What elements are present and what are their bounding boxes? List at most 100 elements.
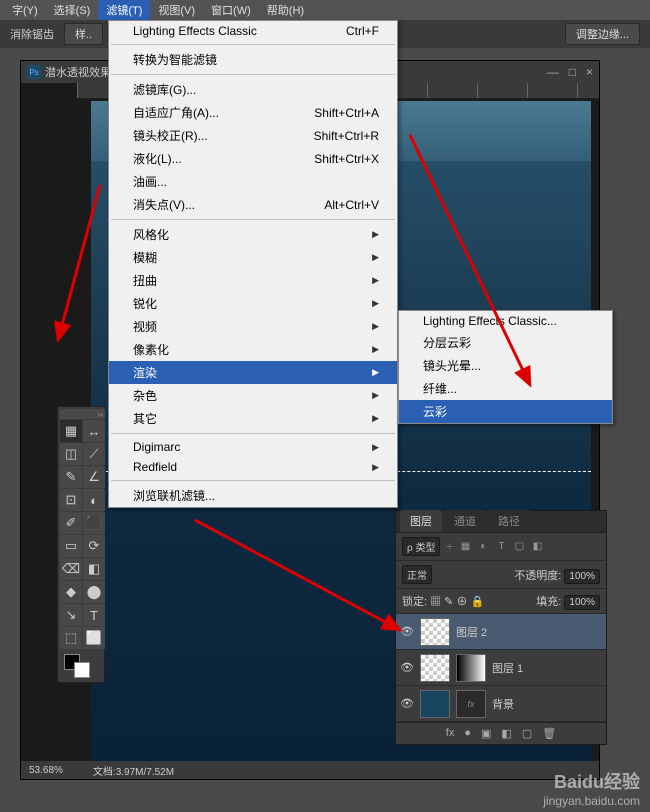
history-brush-tool[interactable]: ⬛ <box>83 512 105 534</box>
fx-icon[interactable]: fx <box>446 727 455 740</box>
wand-tool[interactable]: ⟋ <box>83 443 105 465</box>
eyedropper-tool[interactable]: ∠ <box>83 466 105 488</box>
layer-name[interactable]: 图层 2 <box>456 624 487 640</box>
filter-other[interactable]: 其它▶ <box>109 407 397 430</box>
tab-layers[interactable]: 图层 <box>400 510 442 532</box>
layer-item-2[interactable]: 👁 图层 2 <box>396 614 606 650</box>
visibility-icon[interactable]: 👁 <box>400 625 414 639</box>
filter-gallery[interactable]: 滤镜库(G)... <box>109 78 397 101</box>
filter-smart[interactable]: 转换为智能滤镜 <box>109 48 397 71</box>
filter-last[interactable]: Lighting Effects ClassicCtrl+F <box>109 21 397 41</box>
blur-tool[interactable]: ⌫ <box>60 558 82 580</box>
layer-mask-thumb[interactable] <box>456 654 486 682</box>
sub-lighting[interactable]: Lighting Effects Classic... <box>399 311 612 331</box>
maximize-button[interactable]: □ <box>569 65 576 79</box>
layers-panel: 图层 通道 路径 ρ 类型 ÷ ▦ ◐ T ▢ ◧ 正常 不透明度: 100% … <box>395 510 607 745</box>
mask-icon[interactable]: ● <box>464 727 471 740</box>
filter-lens[interactable]: 镜头校正(R)...Shift+Ctrl+R <box>109 124 397 147</box>
layer-thumb[interactable] <box>420 618 450 646</box>
layer-item-1[interactable]: 👁 图层 1 <box>396 650 606 686</box>
filter-smart-icon[interactable]: ◧ <box>531 541 545 552</box>
stamp-tool[interactable]: ✐ <box>60 512 82 534</box>
sub-diffclouds[interactable]: 分层云彩 <box>399 331 612 354</box>
dodge-tool[interactable]: ◧ <box>83 558 105 580</box>
style-button[interactable]: 样.. <box>64 23 103 45</box>
filter-stylize[interactable]: 风格化▶ <box>109 223 397 246</box>
layer-name[interactable]: 图层 1 <box>492 660 523 676</box>
layer-fx-thumb[interactable]: fx <box>456 690 486 718</box>
menu-filter[interactable]: 滤镜(T) <box>98 0 150 20</box>
antialias-label: 消除锯齿 <box>10 26 54 42</box>
filter-pixelate[interactable]: 像素化▶ <box>109 338 397 361</box>
filter-oil[interactable]: 油画... <box>109 170 397 193</box>
sub-clouds[interactable]: 云彩 <box>399 400 612 423</box>
layer-thumb[interactable] <box>420 654 450 682</box>
sub-fibers[interactable]: 纤维... <box>399 377 612 400</box>
lasso-tool[interactable]: ◫ <box>60 443 82 465</box>
menu-window[interactable]: 窗口(W) <box>203 0 259 20</box>
shape-tool[interactable]: T <box>83 604 105 626</box>
filter-digimarc[interactable]: Digimarc▶ <box>109 437 397 457</box>
hand-tool[interactable]: ⬚ <box>60 627 82 649</box>
filter-adjust-icon[interactable]: ◐ <box>477 541 491 552</box>
sub-lensflare[interactable]: 镜头光晕... <box>399 354 612 377</box>
tab-channels[interactable]: 通道 <box>444 510 486 532</box>
refine-edge-button[interactable]: 调整边缘... <box>565 23 640 45</box>
heal-tool[interactable]: ⊡ <box>60 489 82 511</box>
brush-tool[interactable]: ◐ <box>83 489 105 511</box>
move-tool[interactable]: ↔ <box>83 420 105 442</box>
minimize-button[interactable]: — <box>547 65 559 79</box>
trash-icon[interactable]: 🗑 <box>542 727 556 740</box>
tab-paths[interactable]: 路径 <box>488 510 530 532</box>
path-tool[interactable]: ↘ <box>60 604 82 626</box>
visibility-icon[interactable]: 👁 <box>400 661 414 675</box>
menu-select[interactable]: 选择(S) <box>46 0 99 20</box>
filter-pixel-icon[interactable]: ▦ <box>459 541 473 552</box>
filter-sharpen[interactable]: 锐化▶ <box>109 292 397 315</box>
lock-icons[interactable]: ▦ ✎ ⊕ 🔒 <box>430 596 484 608</box>
layer-thumb[interactable] <box>420 690 450 718</box>
filter-shape-icon[interactable]: ▢ <box>513 541 527 552</box>
filter-type-icon[interactable]: T <box>495 541 509 552</box>
filter-noise[interactable]: 杂色▶ <box>109 384 397 407</box>
filter-icons[interactable]: ▦ ◐ T ▢ ◧ <box>459 541 545 552</box>
filter-browse[interactable]: 浏览联机滤镜... <box>109 484 397 507</box>
toolbox-header[interactable]: ›› <box>60 409 105 419</box>
visibility-icon[interactable]: 👁 <box>400 697 414 711</box>
filter-blur[interactable]: 模糊▶ <box>109 246 397 269</box>
layer-kind[interactable]: ρ 类型 <box>402 537 440 556</box>
zoom-level[interactable]: 53.68% <box>29 765 63 776</box>
layer-item-bg[interactable]: 👁 fx 背景 <box>396 686 606 722</box>
filter-vanishing[interactable]: 消失点(V)...Alt+Ctrl+V <box>109 193 397 216</box>
bg-color[interactable] <box>74 662 90 678</box>
layer-name[interactable]: 背景 <box>492 696 514 712</box>
menu-text[interactable]: 字(Y) <box>4 0 46 20</box>
filter-render[interactable]: 渲染▶ <box>109 361 397 384</box>
blend-mode[interactable]: 正常 <box>402 565 432 584</box>
filter-liquify[interactable]: 液化(L)...Shift+Ctrl+X <box>109 147 397 170</box>
filter-menu: Lighting Effects ClassicCtrl+F 转换为智能滤镜 滤… <box>108 20 398 508</box>
panel-tabs: 图层 通道 路径 <box>396 511 606 533</box>
filter-distort[interactable]: 扭曲▶ <box>109 269 397 292</box>
filter-adaptive[interactable]: 自适应广角(A)...Shift+Ctrl+A <box>109 101 397 124</box>
group-icon[interactable]: ◧ <box>501 727 511 740</box>
new-icon[interactable]: ▢ <box>522 727 532 740</box>
fill-value[interactable]: 100% <box>564 595 600 610</box>
gradient-tool[interactable]: ⟳ <box>83 535 105 557</box>
close-button[interactable]: × <box>586 65 593 79</box>
opacity-value[interactable]: 100% <box>564 569 600 584</box>
marquee-tool[interactable]: ▦ <box>60 420 82 442</box>
lock-label: 锁定: <box>402 596 427 608</box>
menu-help[interactable]: 帮助(H) <box>259 0 312 20</box>
doc-size[interactable]: 文档:3.97M/7.52M <box>93 763 174 778</box>
color-swatches[interactable] <box>60 652 105 680</box>
pen-tool[interactable]: ◆ <box>60 581 82 603</box>
adj-icon[interactable]: ▣ <box>481 727 491 740</box>
filter-redfield[interactable]: Redfield▶ <box>109 457 397 477</box>
filter-video[interactable]: 视频▶ <box>109 315 397 338</box>
crop-tool[interactable]: ✎ <box>60 466 82 488</box>
type-tool[interactable]: ⬤ <box>83 581 105 603</box>
zoom-tool[interactable]: ⬜ <box>83 627 105 649</box>
menu-view[interactable]: 视图(V) <box>150 0 203 20</box>
eraser-tool[interactable]: ▭ <box>60 535 82 557</box>
